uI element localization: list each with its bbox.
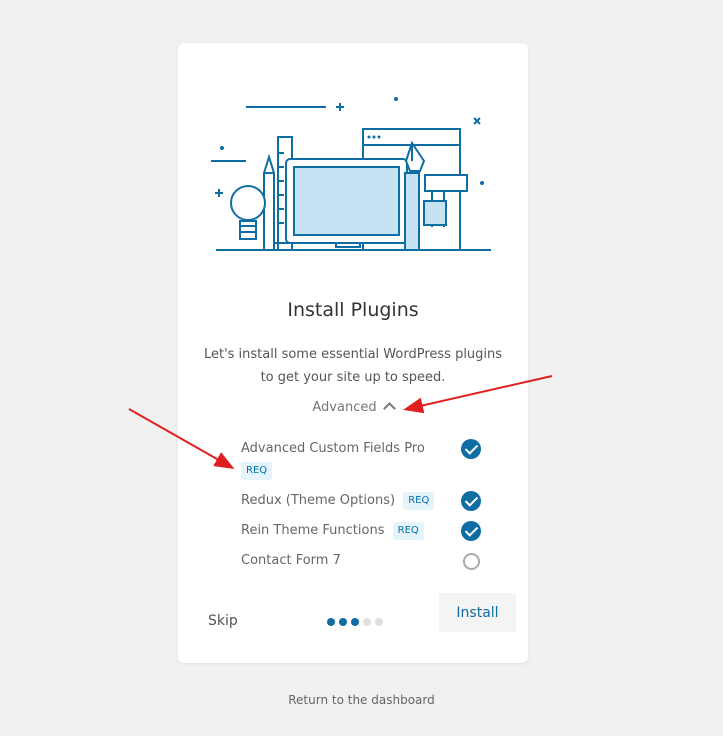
step-dot xyxy=(351,618,359,626)
plugin-item-acf[interactable]: Advanced Custom Fields Pro REQ xyxy=(241,438,481,490)
step-dot xyxy=(327,618,335,626)
checkbox-checked-icon[interactable] xyxy=(461,439,481,459)
skip-button[interactable]: Skip xyxy=(208,613,238,629)
checkbox-unchecked-icon[interactable] xyxy=(463,553,480,570)
plugin-list: Advanced Custom Fields Pro REQ Redux (Th… xyxy=(241,438,481,580)
chevron-up-icon xyxy=(382,402,396,415)
step-dot xyxy=(375,618,383,626)
checkbox-checked-icon[interactable] xyxy=(461,521,481,541)
return-to-dashboard-link[interactable]: Return to the dashboard xyxy=(0,693,723,707)
advanced-toggle[interactable]: Advanced xyxy=(178,400,528,415)
plugin-item-contact-form-7[interactable]: Contact Form 7 xyxy=(241,550,481,580)
plugin-name: Redux (Theme Options) xyxy=(241,493,396,508)
req-badge: REQ xyxy=(403,492,435,510)
plugin-name: Contact Form 7 xyxy=(241,553,341,568)
plugin-name: Rein Theme Functions xyxy=(241,523,385,538)
plugin-item-rein-functions[interactable]: Rein Theme Functions REQ xyxy=(241,520,481,550)
plugin-item-redux[interactable]: Redux (Theme Options) REQ xyxy=(241,490,481,520)
page-title: Install Plugins xyxy=(287,299,419,321)
setup-wizard-card: Install Plugins Let's install some essen… xyxy=(178,43,528,663)
checkbox-checked-icon[interactable] xyxy=(461,491,481,511)
step-indicator xyxy=(327,618,383,626)
plugins-illustration xyxy=(211,97,491,251)
install-button[interactable]: Install xyxy=(439,593,516,632)
plugin-name: Advanced Custom Fields Pro xyxy=(241,441,425,456)
req-badge: REQ xyxy=(392,522,424,540)
step-dot xyxy=(339,618,347,626)
req-badge: REQ xyxy=(241,462,273,480)
card-footer: Skip Install xyxy=(178,593,528,663)
description-text: Let's install some essential WordPress p… xyxy=(203,347,503,385)
advanced-label: Advanced xyxy=(312,400,377,415)
step-dot xyxy=(363,618,371,626)
